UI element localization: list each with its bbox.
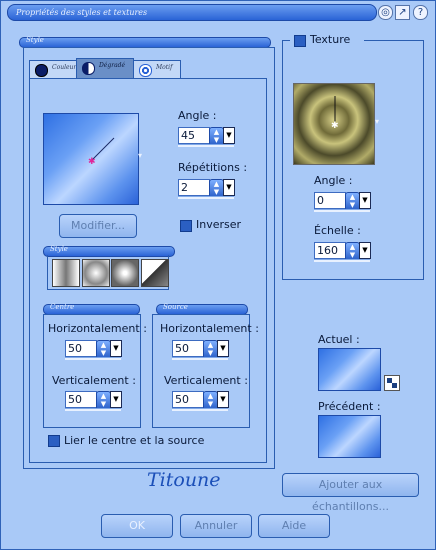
slider-bar[interactable] <box>172 357 228 360</box>
source-vertical-spinner[interactable]: 50 ▲ ▼ ▼ <box>172 391 229 411</box>
cancel-button[interactable]: Annuler <box>180 514 252 538</box>
repeats-spinner[interactable]: 2 ▲ ▼ ▼ <box>178 179 235 199</box>
sunburst-style-button[interactable] <box>141 259 169 287</box>
previous-swatch[interactable] <box>318 415 381 458</box>
gradient-angle-indicator[interactable]: ✱ <box>44 114 138 204</box>
window-title: Propriétés des styles et textures <box>16 8 148 17</box>
texture-dropdown-arrow-icon[interactable]: ▾ <box>375 117 379 126</box>
texture-preview[interactable]: ✱ <box>293 83 375 165</box>
link-center-source-label: Lier le centre et la source <box>64 434 205 447</box>
swap-icon[interactable] <box>384 375 400 391</box>
current-swatch <box>318 348 381 391</box>
title-bar[interactable]: Propriétés des styles et textures <box>7 4 377 21</box>
linear-style-button[interactable] <box>52 259 80 287</box>
center-horizontal-label: Horizontalement : <box>48 322 147 335</box>
slider-bar[interactable] <box>314 259 370 262</box>
center-horizontal-spinner[interactable]: 50 ▲ ▼ ▼ <box>65 340 122 360</box>
previous-label: Précédent : <box>318 400 381 413</box>
slider-bar[interactable] <box>172 408 228 411</box>
color-circle-icon <box>35 64 48 77</box>
signature-text: Titoune <box>147 469 221 491</box>
center-vertical-label: Verticalement : <box>52 374 136 387</box>
tab-gradient[interactable]: Dégradé <box>76 58 134 79</box>
dropdown-icon[interactable]: ▼ <box>359 192 371 209</box>
texture-angle-spinner[interactable]: 0 ▲ ▼ ▼ <box>314 192 371 212</box>
dropdown-icon[interactable]: ▼ <box>223 179 235 196</box>
tab-color[interactable]: Couleur <box>29 60 77 79</box>
rectangular-style-button[interactable] <box>82 259 110 287</box>
radial-style-button[interactable] <box>111 259 139 287</box>
texture-angle-label: Angle : <box>314 174 353 187</box>
angle-label: Angle : <box>178 109 217 122</box>
repeats-label: Répétitions : <box>178 161 248 174</box>
texture-angle-input[interactable]: 0 <box>314 192 346 209</box>
center-vertical-input[interactable]: 50 <box>65 391 97 408</box>
restore-icon[interactable]: ◎ <box>378 5 393 20</box>
svg-text:✱: ✱ <box>331 121 339 131</box>
texture-scale-spinner[interactable]: 160 ▲ ▼ ▼ <box>314 242 371 262</box>
gradient-preview[interactable]: ✱ <box>43 113 139 205</box>
texture-label: Texture <box>310 33 351 46</box>
angle-spinner[interactable]: 45 ▲ ▼ ▼ <box>178 127 235 147</box>
current-label: Actuel : <box>318 333 360 346</box>
texture-scale-input[interactable]: 160 <box>314 242 346 259</box>
modify-button[interactable]: Modifier... <box>59 214 137 238</box>
pattern-icon <box>139 64 152 77</box>
texture-checkbox[interactable] <box>294 35 306 47</box>
link-center-source-checkbox[interactable] <box>48 435 60 447</box>
repeats-input[interactable]: 2 <box>178 179 210 196</box>
ok-button[interactable]: OK <box>101 514 173 538</box>
dialog-window: Propriétés des styles et textures ◎ ↗ ? … <box>0 0 436 550</box>
help-icon[interactable]: ? <box>413 5 428 20</box>
tab-pattern[interactable]: Motif <box>133 60 181 79</box>
invert-label: Inverser <box>196 218 242 231</box>
invert-checkbox[interactable] <box>180 220 192 232</box>
slider-bar[interactable] <box>314 209 370 212</box>
gradient-dropdown-arrow-icon[interactable]: ▾ <box>138 151 142 160</box>
slider-bar[interactable] <box>178 144 234 147</box>
source-horizontal-label: Horizontalement : <box>160 322 259 335</box>
source-horizontal-input[interactable]: 50 <box>172 340 204 357</box>
pin-icon[interactable]: ↗ <box>395 5 410 20</box>
dropdown-icon[interactable]: ▼ <box>110 391 122 408</box>
svg-text:✱: ✱ <box>88 157 96 167</box>
dropdown-icon[interactable]: ▼ <box>359 242 371 259</box>
dropdown-icon[interactable]: ▼ <box>223 127 235 144</box>
source-horizontal-spinner[interactable]: 50 ▲ ▼ ▼ <box>172 340 229 360</box>
gradient-icon <box>82 62 95 75</box>
center-vertical-spinner[interactable]: 50 ▲ ▼ ▼ <box>65 391 122 411</box>
dropdown-icon[interactable]: ▼ <box>217 391 229 408</box>
add-to-swatches-button[interactable]: Ajouter aux échantillons... <box>282 473 419 513</box>
dropdown-icon[interactable]: ▼ <box>110 340 122 357</box>
texture-angle-indicator[interactable]: ✱ <box>294 84 374 164</box>
dropdown-icon[interactable]: ▼ <box>217 340 229 357</box>
slider-bar[interactable] <box>65 408 121 411</box>
source-vertical-label: Verticalement : <box>164 374 248 387</box>
slider-bar[interactable] <box>178 196 234 199</box>
source-vertical-input[interactable]: 50 <box>172 391 204 408</box>
center-horizontal-input[interactable]: 50 <box>65 340 97 357</box>
help-button[interactable]: Aide <box>258 514 330 538</box>
texture-scale-label: Échelle : <box>314 224 361 237</box>
angle-input[interactable]: 45 <box>178 127 210 144</box>
slider-bar[interactable] <box>65 357 121 360</box>
